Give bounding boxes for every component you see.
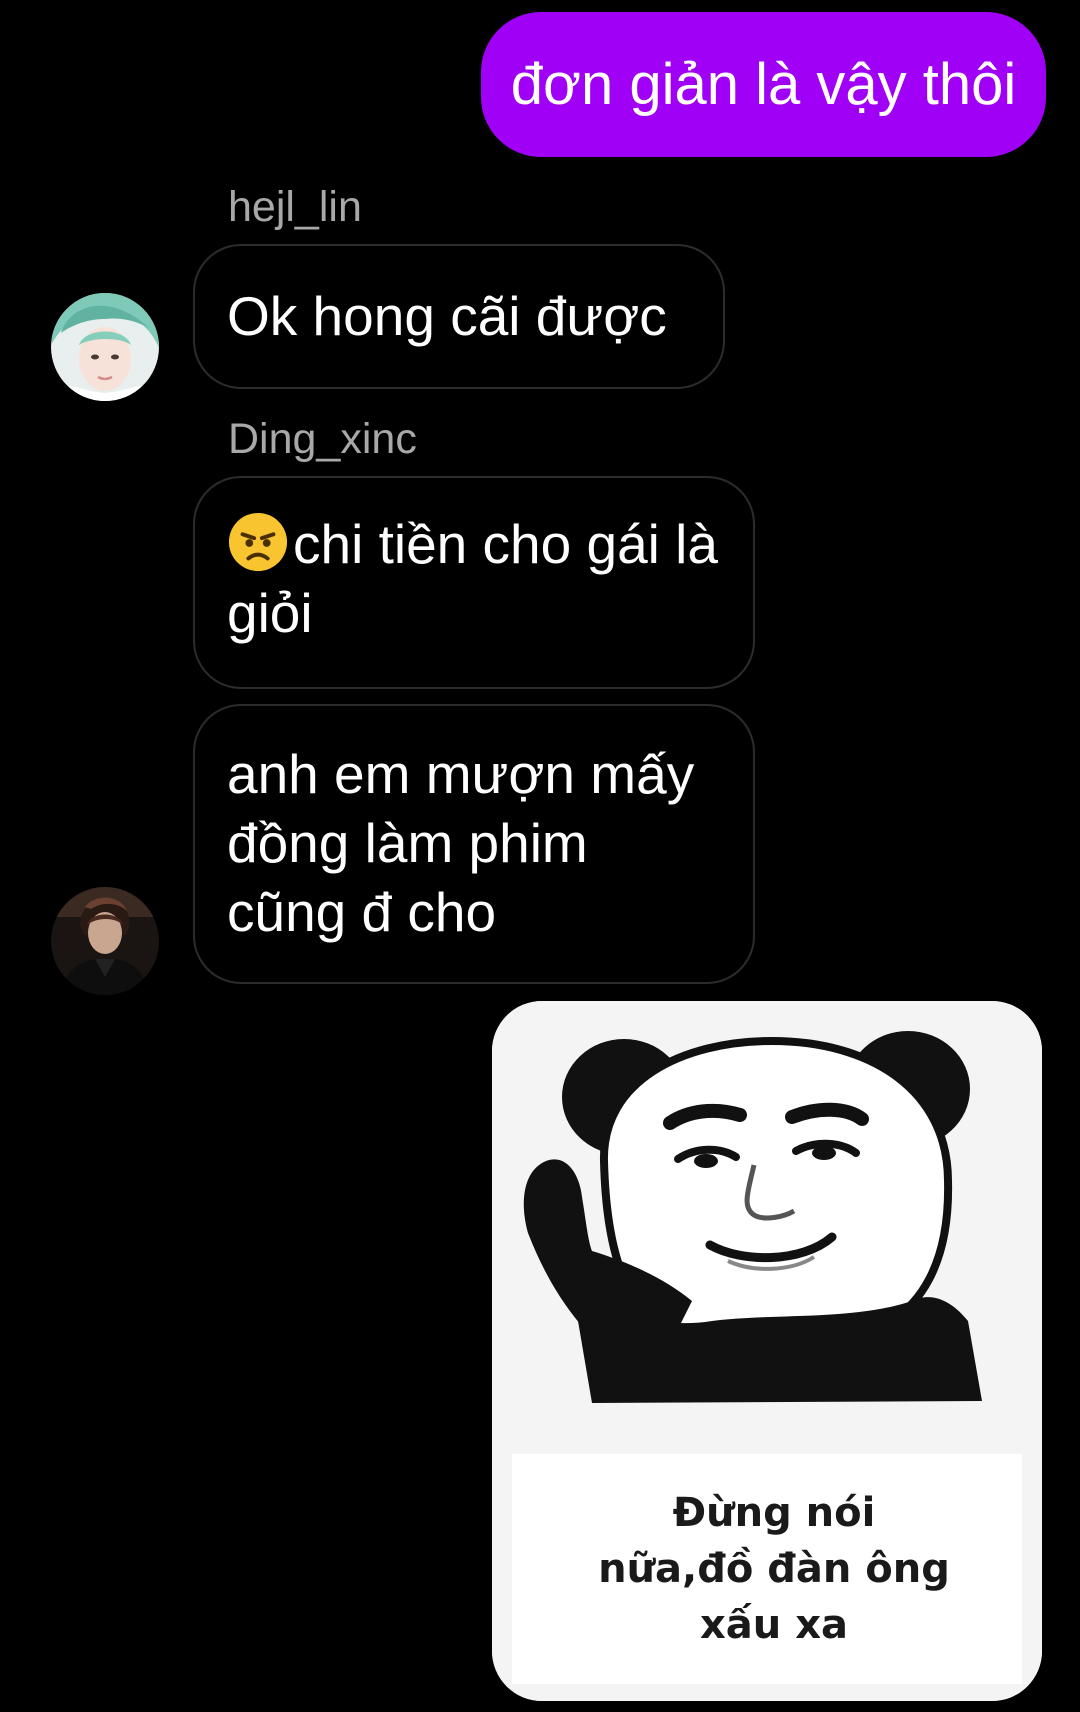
- incoming-message-text: anh em mượn mấy đồng làm phim cũng đ cho: [227, 743, 695, 943]
- incoming-message-text: chi tiền cho gái là giỏi: [227, 513, 718, 644]
- avatar-photo-icon: [51, 293, 159, 401]
- angry-face-icon: [228, 512, 288, 572]
- avatar-hejl-lin[interactable]: [51, 293, 159, 401]
- outgoing-message-text: đơn giản là vậy thôi: [510, 51, 1017, 117]
- incoming-message-bubble[interactable]: Ok hong cãi được: [193, 244, 725, 389]
- incoming-message-bubble[interactable]: chi tiền cho gái là giỏi: [193, 476, 755, 689]
- sender-name-hejl-lin[interactable]: hejl_lin: [228, 186, 362, 229]
- outgoing-sticker[interactable]: Đừng nói nữa,đồ đàn ông xấu xa: [492, 1001, 1042, 1701]
- avatar-ding-xinc[interactable]: [51, 887, 159, 995]
- avatar-photo-icon: [51, 887, 159, 995]
- incoming-message-bubble[interactable]: anh em mượn mấy đồng làm phim cũng đ cho: [193, 704, 755, 984]
- sticker-image: Đừng nói nữa,đồ đàn ông xấu xa: [492, 1001, 1042, 1701]
- sender-name-ding-xinc[interactable]: Ding_xinc: [228, 418, 417, 461]
- sticker-caption-box: Đừng nói nữa,đồ đàn ông xấu xa: [512, 1454, 1022, 1684]
- sticker-caption-text: Đừng nói nữa,đồ đàn ông xấu xa: [598, 1490, 950, 1648]
- panda-meme-icon: [492, 1031, 1042, 1461]
- incoming-message-text: Ok hong cãi được: [227, 285, 667, 347]
- outgoing-message-bubble[interactable]: đơn giản là vậy thôi: [481, 12, 1046, 157]
